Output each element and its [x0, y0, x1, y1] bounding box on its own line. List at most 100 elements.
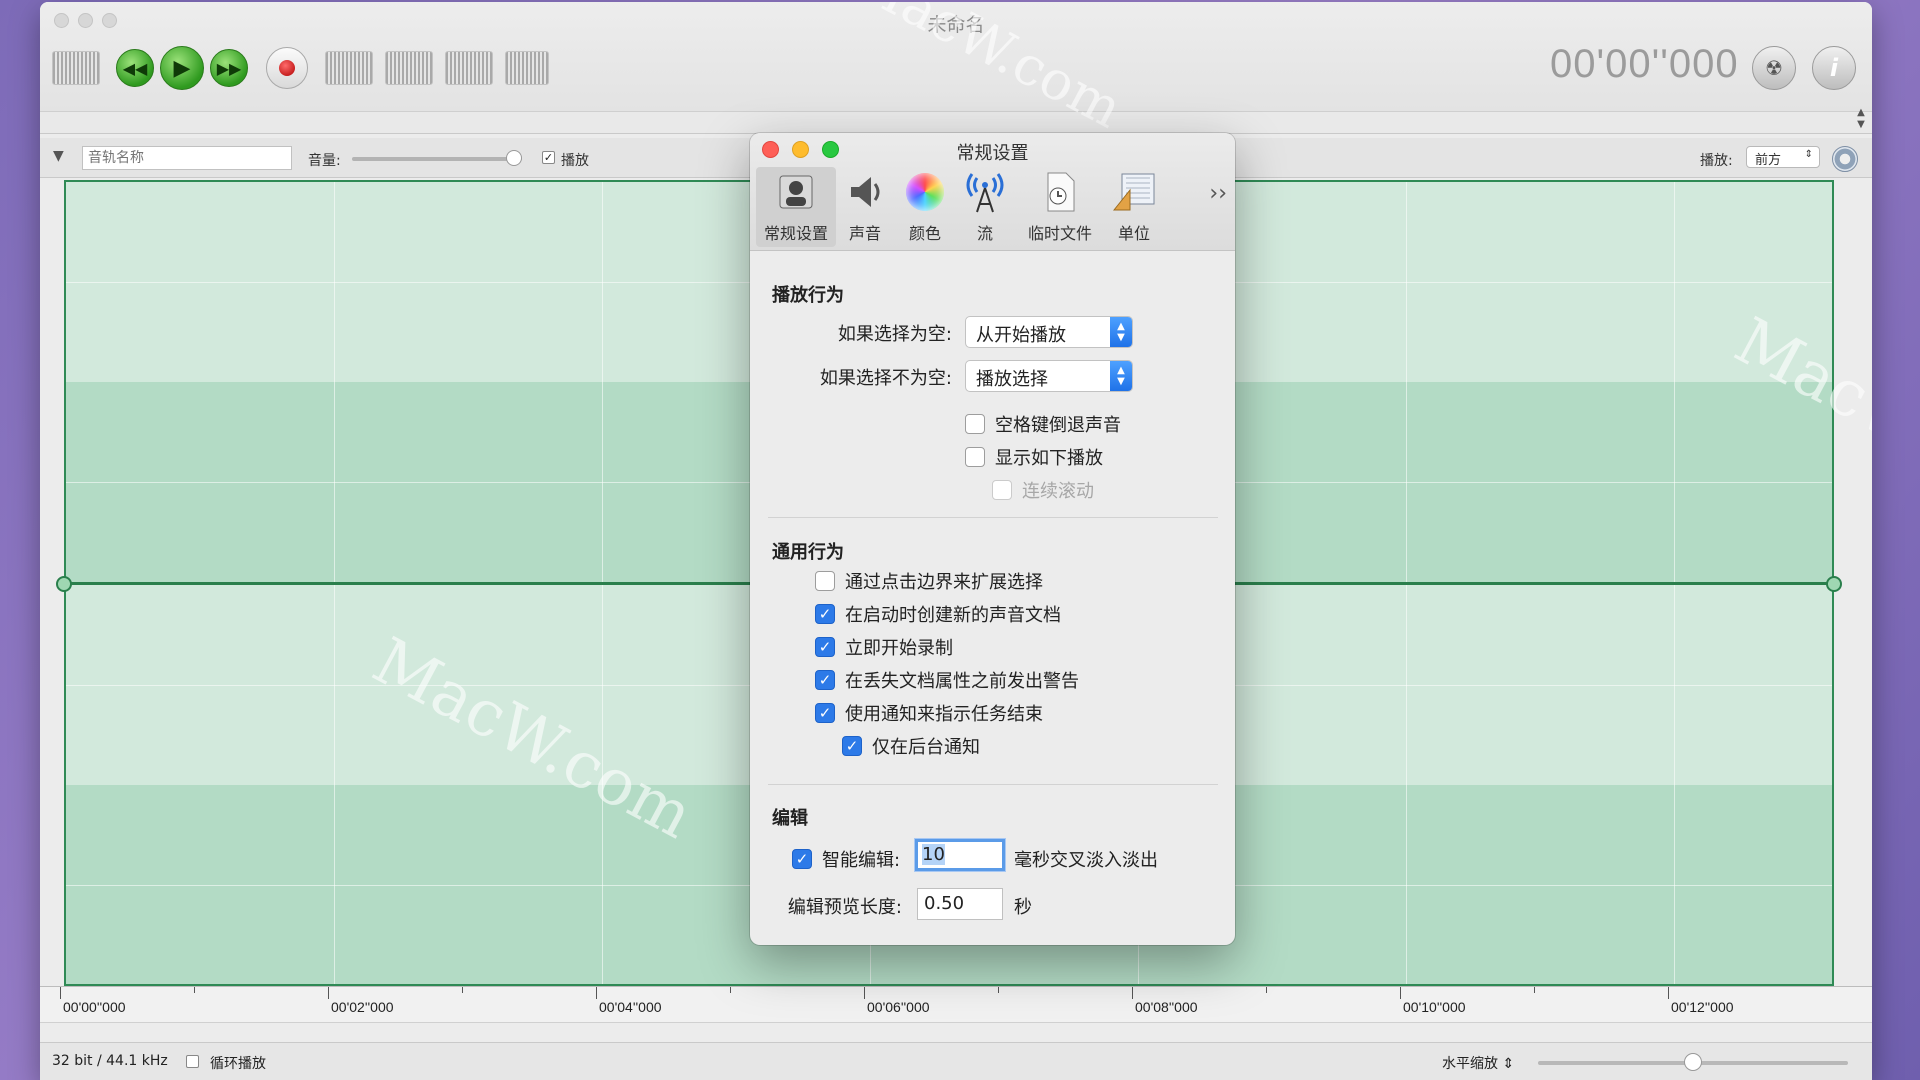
popup-value: 从开始播放	[976, 325, 1066, 346]
tab-temp-files[interactable]: 临时文件	[1018, 167, 1102, 247]
checkbox-box: ✓	[815, 604, 835, 624]
antenna-icon	[963, 170, 1007, 214]
trim-icon	[325, 51, 373, 85]
ruler-label: 00'04''000	[599, 999, 662, 1015]
preview-length-label: 编辑预览长度:	[787, 897, 902, 918]
tab-general[interactable]: 常规设置	[756, 167, 836, 247]
color-wheel-icon	[903, 170, 947, 214]
trim-button[interactable]	[325, 46, 373, 90]
tab-label: 常规设置	[763, 224, 828, 243]
scroll-stepper[interactable]: ▲ ▼	[1852, 104, 1870, 134]
checkbox-label: 立即开始录制	[845, 638, 953, 659]
ruler-label: 00'06''000	[867, 999, 930, 1015]
general-option-checkbox[interactable]: ✓ 仅在后台通知	[842, 733, 980, 759]
ruler-minor-tick	[194, 987, 195, 993]
checkbox-box: ✓	[815, 670, 835, 690]
checkbox-label: 在启动时创建新的声音文档	[845, 605, 1061, 626]
field-value: 10	[922, 844, 945, 865]
checkbox-box	[965, 447, 985, 467]
fade-button[interactable]	[445, 46, 493, 90]
zoom-label[interactable]: 水平缩放 ⇕	[1442, 1053, 1514, 1073]
section-title: 通用行为	[772, 542, 844, 563]
zoom-slider-knob[interactable]	[1684, 1053, 1702, 1071]
play-icon: ▶	[160, 46, 204, 90]
preferences-toolbar: 常规设置 常规设置 声音 颜色 流 临时文件 单位 ››	[750, 133, 1235, 251]
preferences-title: 常规设置	[956, 143, 1029, 164]
preview-length-suffix: 秒	[1014, 897, 1032, 918]
divider	[768, 784, 1218, 785]
smart-edit-suffix: 毫秒交叉淡入淡出	[1014, 850, 1158, 871]
rewind-icon: ◀◀	[116, 49, 154, 87]
checkbox-label: 智能编辑:	[822, 850, 901, 871]
ruler-label: 00'00''000	[63, 999, 126, 1015]
tab-sound[interactable]: 声音	[840, 167, 890, 247]
secondary-bar	[40, 112, 1872, 134]
show-playhead-checkbox[interactable]: 显示如下播放	[965, 444, 1103, 470]
fast-forward-button[interactable]: ▶▶	[210, 46, 248, 90]
space-rewind-checkbox[interactable]: 空格键倒退声音	[965, 411, 1121, 437]
general-option-checkbox[interactable]: ✓ 在丢失文档属性之前发出警告	[815, 667, 1079, 693]
preferences-dialog: 常规设置 常规设置 声音 颜色 流 临时文件 单位 ›› 播放行为 如果选择为空…	[750, 133, 1235, 945]
track-name-input[interactable]	[82, 146, 292, 170]
record-button[interactable]	[266, 46, 308, 90]
general-option-checkbox[interactable]: ✓ 立即开始录制	[815, 634, 953, 660]
horizontal-scrollbar[interactable]	[40, 1022, 1872, 1042]
preview-length-field[interactable]: 0.50	[917, 888, 1003, 920]
nonempty-selection-popup[interactable]: 播放选择 ▲ ▼	[965, 360, 1133, 392]
window-title: 未命名	[927, 14, 985, 36]
gear-icon[interactable]	[1832, 146, 1858, 172]
chevron-updown-icon: ▲ ▼	[1110, 361, 1132, 391]
play-button[interactable]: ▶	[160, 46, 204, 90]
checkbox-label: 在丢失文档属性之前发出警告	[845, 671, 1079, 692]
general-option-checkbox[interactable]: 通过点击边界来扩展选择	[815, 568, 1043, 594]
waveform-icon	[52, 51, 100, 85]
chevron-updown-icon: ▲ ▼	[1110, 317, 1132, 347]
tab-colors[interactable]: 颜色	[898, 167, 952, 247]
checkbox-label: 使用通知来指示任务结束	[845, 704, 1043, 725]
volume-slider-knob[interactable]	[505, 150, 522, 166]
ruler-major-tick	[60, 987, 61, 999]
status-bar: 32 bit / 44.1 kHz 循环播放 水平缩放 ⇕	[40, 1042, 1872, 1080]
checkbox-box: ✓	[815, 703, 835, 723]
silence-button[interactable]	[385, 46, 433, 90]
smart-edit-checkbox[interactable]: ✓ 智能编辑:	[792, 846, 900, 872]
play-checkbox[interactable]: ✓	[542, 151, 555, 164]
loop-checkbox[interactable]	[186, 1055, 199, 1068]
checkbox-label: 空格键倒退声音	[995, 415, 1121, 436]
pan-select[interactable]: 前方 ⇕	[1746, 146, 1820, 168]
field-value: 0.50	[924, 893, 965, 914]
selection-handle-right[interactable]	[1826, 576, 1842, 592]
units-icon	[1112, 170, 1156, 214]
ruler-label: 00'02''000	[331, 999, 394, 1015]
tab-label: 颜色	[908, 224, 941, 243]
fade-icon	[445, 51, 493, 85]
checkbox-box	[965, 414, 985, 434]
insert-button[interactable]	[505, 46, 549, 90]
tab-units[interactable]: 单位	[1104, 167, 1164, 247]
popup-value: 播放选择	[976, 369, 1048, 390]
smart-edit-ms-field[interactable]: 10	[915, 839, 1005, 871]
general-option-checkbox[interactable]: ✓ 使用通知来指示任务结束	[815, 700, 1043, 726]
tab-label: 单位	[1117, 224, 1150, 243]
general-option-checkbox[interactable]: ✓ 在启动时创建新的声音文档	[815, 601, 1061, 627]
chevron-up-icon: ▲	[1857, 107, 1865, 118]
checkbox-box	[992, 480, 1012, 500]
info-button[interactable]: i	[1812, 46, 1856, 90]
waveform-view-button[interactable]	[52, 46, 100, 90]
nonempty-selection-label: 如果选择不为空:	[819, 368, 952, 389]
chevron-updown-icon: ⇕	[1502, 1056, 1515, 1072]
time-ruler[interactable]: 00'00''000 00'02''000 00'04''000 00'06''000…	[40, 986, 1872, 1022]
checkbox-box: ✓	[792, 849, 812, 869]
more-tabs-icon[interactable]: ››	[1209, 181, 1227, 206]
burn-button[interactable]: ☢	[1752, 46, 1796, 90]
disclosure-triangle-icon[interactable]: ▼	[53, 148, 64, 164]
empty-selection-label: 如果选择为空:	[837, 324, 952, 345]
ruler-minor-tick	[998, 987, 999, 993]
tab-stream[interactable]: 流	[958, 167, 1012, 247]
empty-selection-popup[interactable]: 从开始播放 ▲ ▼	[965, 316, 1133, 348]
rewind-button[interactable]: ◀◀	[116, 46, 154, 90]
selection-handle-left[interactable]	[56, 576, 72, 592]
divider	[768, 517, 1218, 518]
volume-slider[interactable]	[352, 157, 522, 161]
section-title: 编辑	[772, 808, 808, 829]
